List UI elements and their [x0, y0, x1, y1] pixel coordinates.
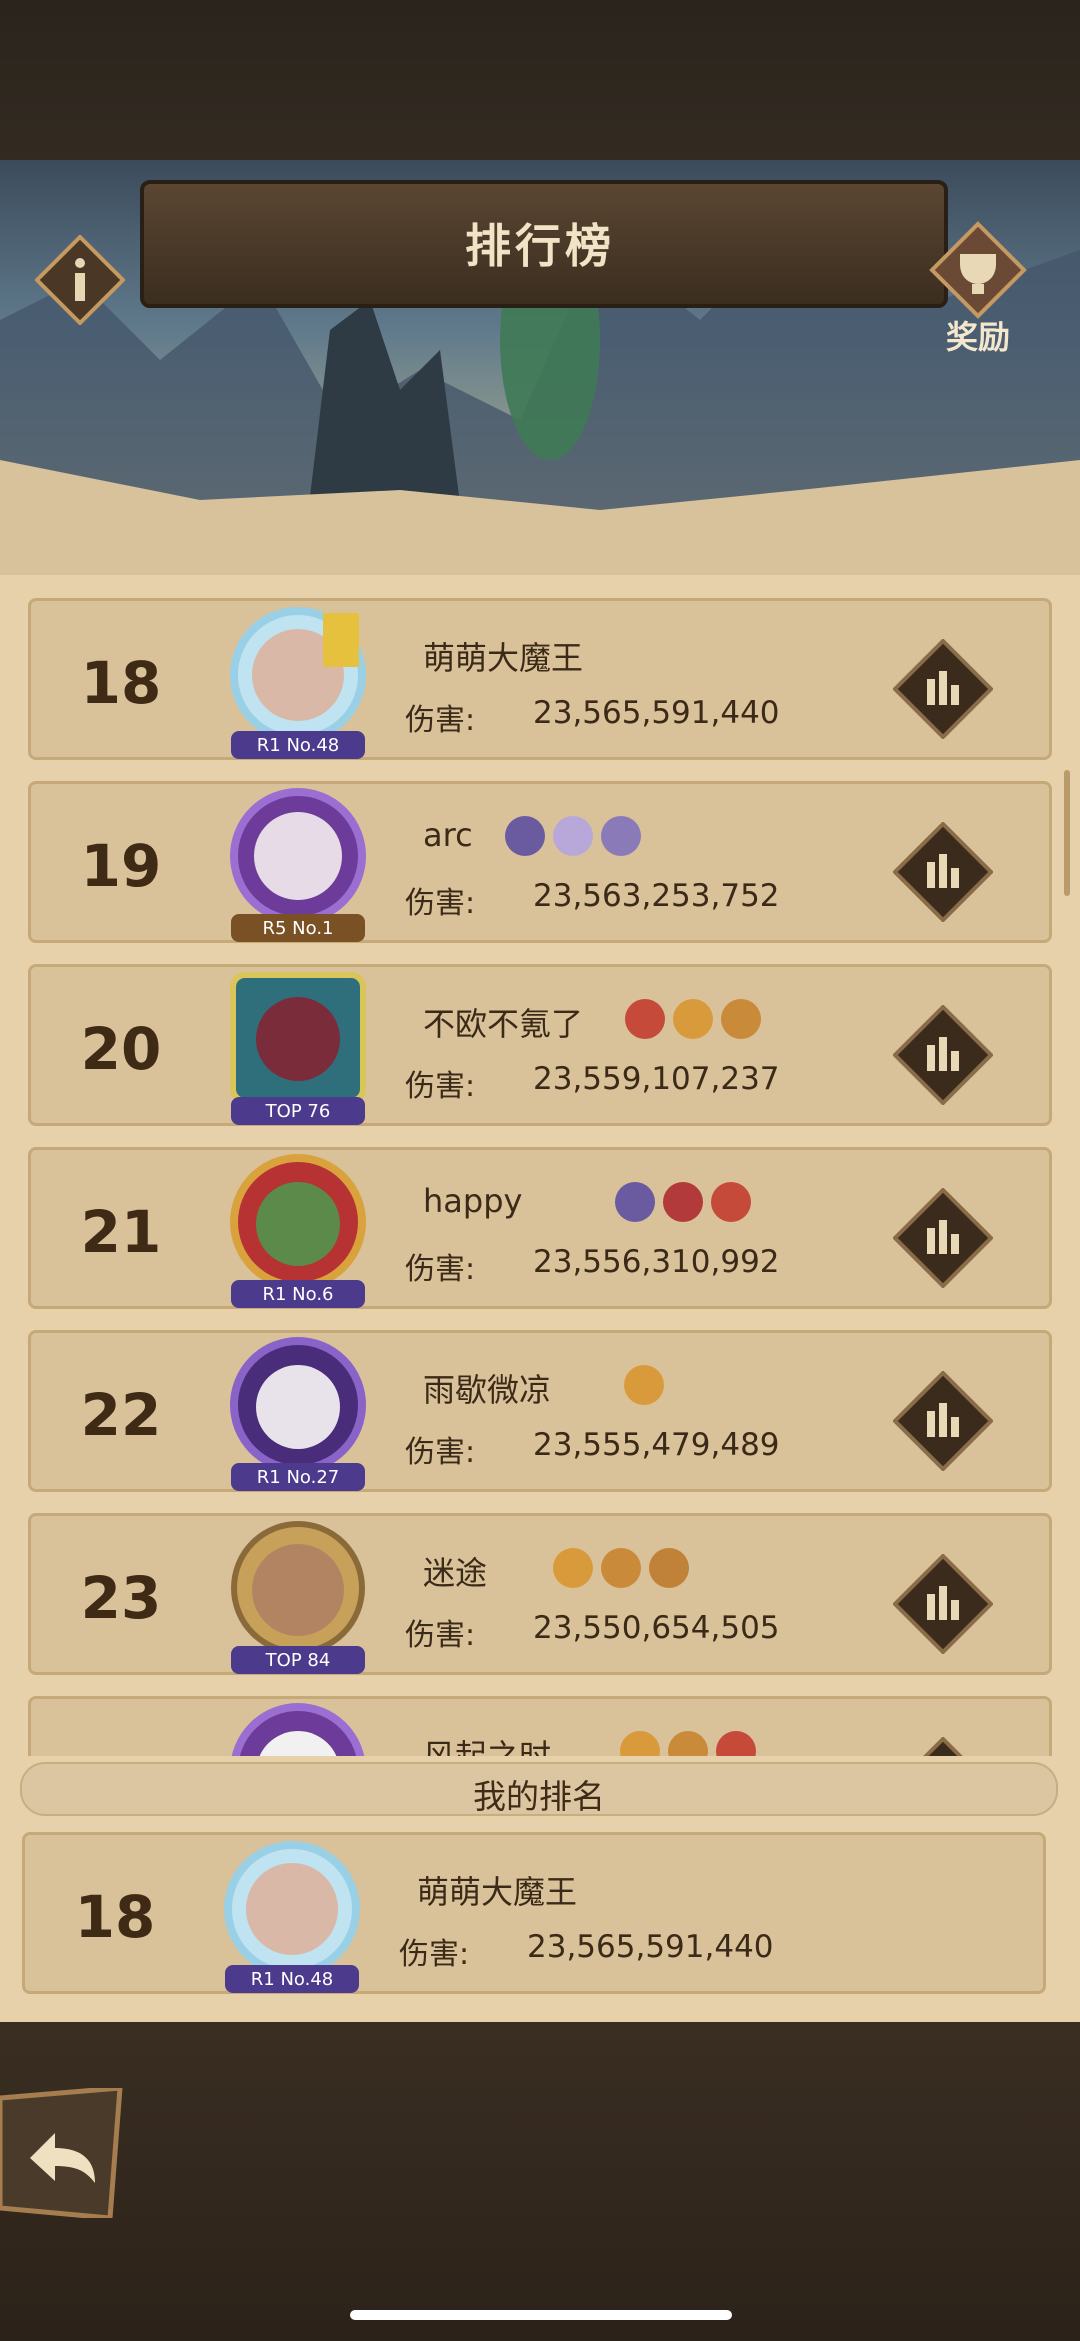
bar-chart-icon: [923, 1736, 963, 1756]
player-name: 迷途: [423, 1554, 488, 1592]
player-name: happy: [423, 1182, 523, 1220]
damage-value: 23,565,591,440: [533, 695, 780, 731]
player-avatar[interactable]: TOP 84: [223, 1518, 373, 1674]
badge-icons: [505, 816, 641, 856]
bar-chart-icon: [892, 821, 994, 923]
ranking-row[interactable]: 21 R1 No.6 happy 伤害: 23,556,310,992: [28, 1147, 1052, 1309]
avatar-frame-icon: R5 No.1: [230, 788, 366, 942]
my-rank-header: 我的排名: [20, 1762, 1058, 1816]
player-avatar[interactable]: [223, 1701, 373, 1756]
player-avatar[interactable]: R1 No.27: [223, 1335, 373, 1491]
back-button[interactable]: [0, 2085, 130, 2221]
my-rank-title: 我的排名: [473, 1777, 605, 1816]
bar-chart-icon: [892, 1553, 994, 1655]
damage-value: 23,559,107,237: [533, 1061, 780, 1097]
avatar-tag: R1 No.48: [257, 735, 339, 756]
avatar-tag: R5 No.1: [262, 918, 333, 939]
badge-icons: [553, 1548, 689, 1588]
damage-value: 23,563,253,752: [533, 878, 780, 914]
back-arrow-icon: [0, 2085, 123, 2221]
player-name: 风起之时: [423, 1737, 552, 1756]
ranking-row[interactable]: 23 TOP 84 迷途 伤害: 23,550,654,505: [28, 1513, 1052, 1675]
avatar-frame-icon: R1 No.48: [230, 607, 366, 759]
bar-chart-icon: [892, 1370, 994, 1472]
ranking-row[interactable]: 风起之时: [28, 1696, 1052, 1756]
avatar-frame-icon: R1 No.48: [224, 1841, 360, 1993]
bar-chart-icon: [892, 638, 994, 740]
rank-number: 18: [80, 649, 162, 717]
avatar-frame-icon: TOP 76: [230, 972, 366, 1125]
stats-button[interactable]: [892, 1370, 994, 1472]
damage-label: 伤害:: [405, 1618, 476, 1653]
reward-button[interactable]: 奖励: [928, 220, 1028, 360]
badge-icons: [615, 1182, 751, 1222]
trophy-icon: [929, 221, 1027, 319]
player-name: 萌萌大魔王: [423, 639, 584, 677]
stats-button[interactable]: [892, 1187, 994, 1289]
damage-value: 23,550,654,505: [533, 1610, 780, 1646]
badge-icons: [624, 1365, 664, 1405]
stats-button[interactable]: [892, 821, 994, 923]
avatar-tag: R1 No.27: [257, 1467, 339, 1488]
rank-number: 22: [80, 1381, 162, 1449]
page-title: 排行榜: [465, 219, 615, 273]
damage-label: 伤害:: [405, 886, 476, 921]
avatar-tag: TOP 76: [265, 1101, 331, 1122]
reward-label: 奖励: [945, 318, 1010, 356]
player-name: 不欧不氪了: [423, 1005, 584, 1043]
ranking-row[interactable]: 22 R1 No.27 雨歇微凉 伤害: 23,555,479,489: [28, 1330, 1052, 1492]
avatar-tag: R1 No.48: [251, 1969, 333, 1990]
info-icon: [34, 234, 126, 326]
avatar-frame-icon: [231, 1703, 365, 1756]
damage-value: 23,555,479,489: [533, 1427, 780, 1463]
my-rank-number: 18: [74, 1883, 156, 1951]
info-button[interactable]: [34, 234, 126, 326]
avatar-frame-icon: R1 No.6: [230, 1154, 366, 1308]
my-rank-card-wrap: 18 R1 No.48 萌萌大魔王 伤害: 23,565,591,440: [22, 1832, 1046, 1994]
player-name: 雨歇微凉: [423, 1371, 552, 1409]
bar-chart-icon: [892, 1187, 994, 1289]
ranking-row[interactable]: 19 R5 No.1 arc 伤害: 23,563,253,752: [28, 781, 1052, 943]
player-avatar[interactable]: R5 No.1: [223, 786, 373, 942]
avatar-tag: TOP 84: [265, 1650, 331, 1671]
damage-label: 伤害:: [405, 703, 476, 738]
bar-chart-icon: [892, 1004, 994, 1106]
bottom-bar: [0, 2022, 1080, 2341]
my-rank-card[interactable]: 18 R1 No.48 萌萌大魔王 伤害: 23,565,591,440: [22, 1832, 1046, 1994]
ranking-row[interactable]: 20 TOP 76 不欧不氪了 伤害: 23,559,107,237: [28, 964, 1052, 1126]
damage-label: 伤害:: [405, 1069, 476, 1104]
ranking-list[interactable]: 18 R1 No.48 萌萌大魔王 伤害: 23,565,591,440 19: [28, 598, 1052, 1756]
stats-button[interactable]: [892, 1553, 994, 1655]
stats-button[interactable]: [893, 1736, 993, 1756]
my-damage-label: 伤害:: [399, 1937, 470, 1972]
rank-number: 21: [80, 1198, 162, 1266]
badge-icons: [625, 999, 761, 1039]
list-scrollbar[interactable]: [1064, 770, 1070, 896]
stats-button[interactable]: [892, 1004, 994, 1106]
avatar-tag: R1 No.6: [262, 1284, 333, 1305]
ranking-row[interactable]: 18 R1 No.48 萌萌大魔王 伤害: 23,565,591,440: [28, 598, 1052, 760]
my-player-name: 萌萌大魔王: [417, 1873, 578, 1911]
player-avatar[interactable]: TOP 76: [223, 969, 373, 1125]
badge-icons: [620, 1731, 756, 1756]
my-avatar[interactable]: R1 No.48: [217, 1837, 367, 1993]
avatar-frame-icon: R1 No.27: [230, 1337, 366, 1491]
damage-label: 伤害:: [405, 1252, 476, 1287]
damage-label: 伤害:: [405, 1435, 476, 1470]
rank-number: 23: [80, 1564, 162, 1632]
home-indicator[interactable]: [350, 2310, 732, 2320]
avatar-frame-icon: TOP 84: [231, 1521, 365, 1674]
stats-button[interactable]: [892, 638, 994, 740]
rank-number: 19: [80, 832, 162, 900]
player-avatar[interactable]: R1 No.48: [223, 603, 373, 759]
damage-value: 23,556,310,992: [533, 1244, 780, 1280]
my-damage-value: 23,565,591,440: [527, 1929, 774, 1965]
status-area: [0, 0, 1080, 160]
player-name: arc: [423, 816, 473, 854]
player-avatar[interactable]: R1 No.6: [223, 1152, 373, 1308]
rank-number: 20: [80, 1015, 162, 1083]
